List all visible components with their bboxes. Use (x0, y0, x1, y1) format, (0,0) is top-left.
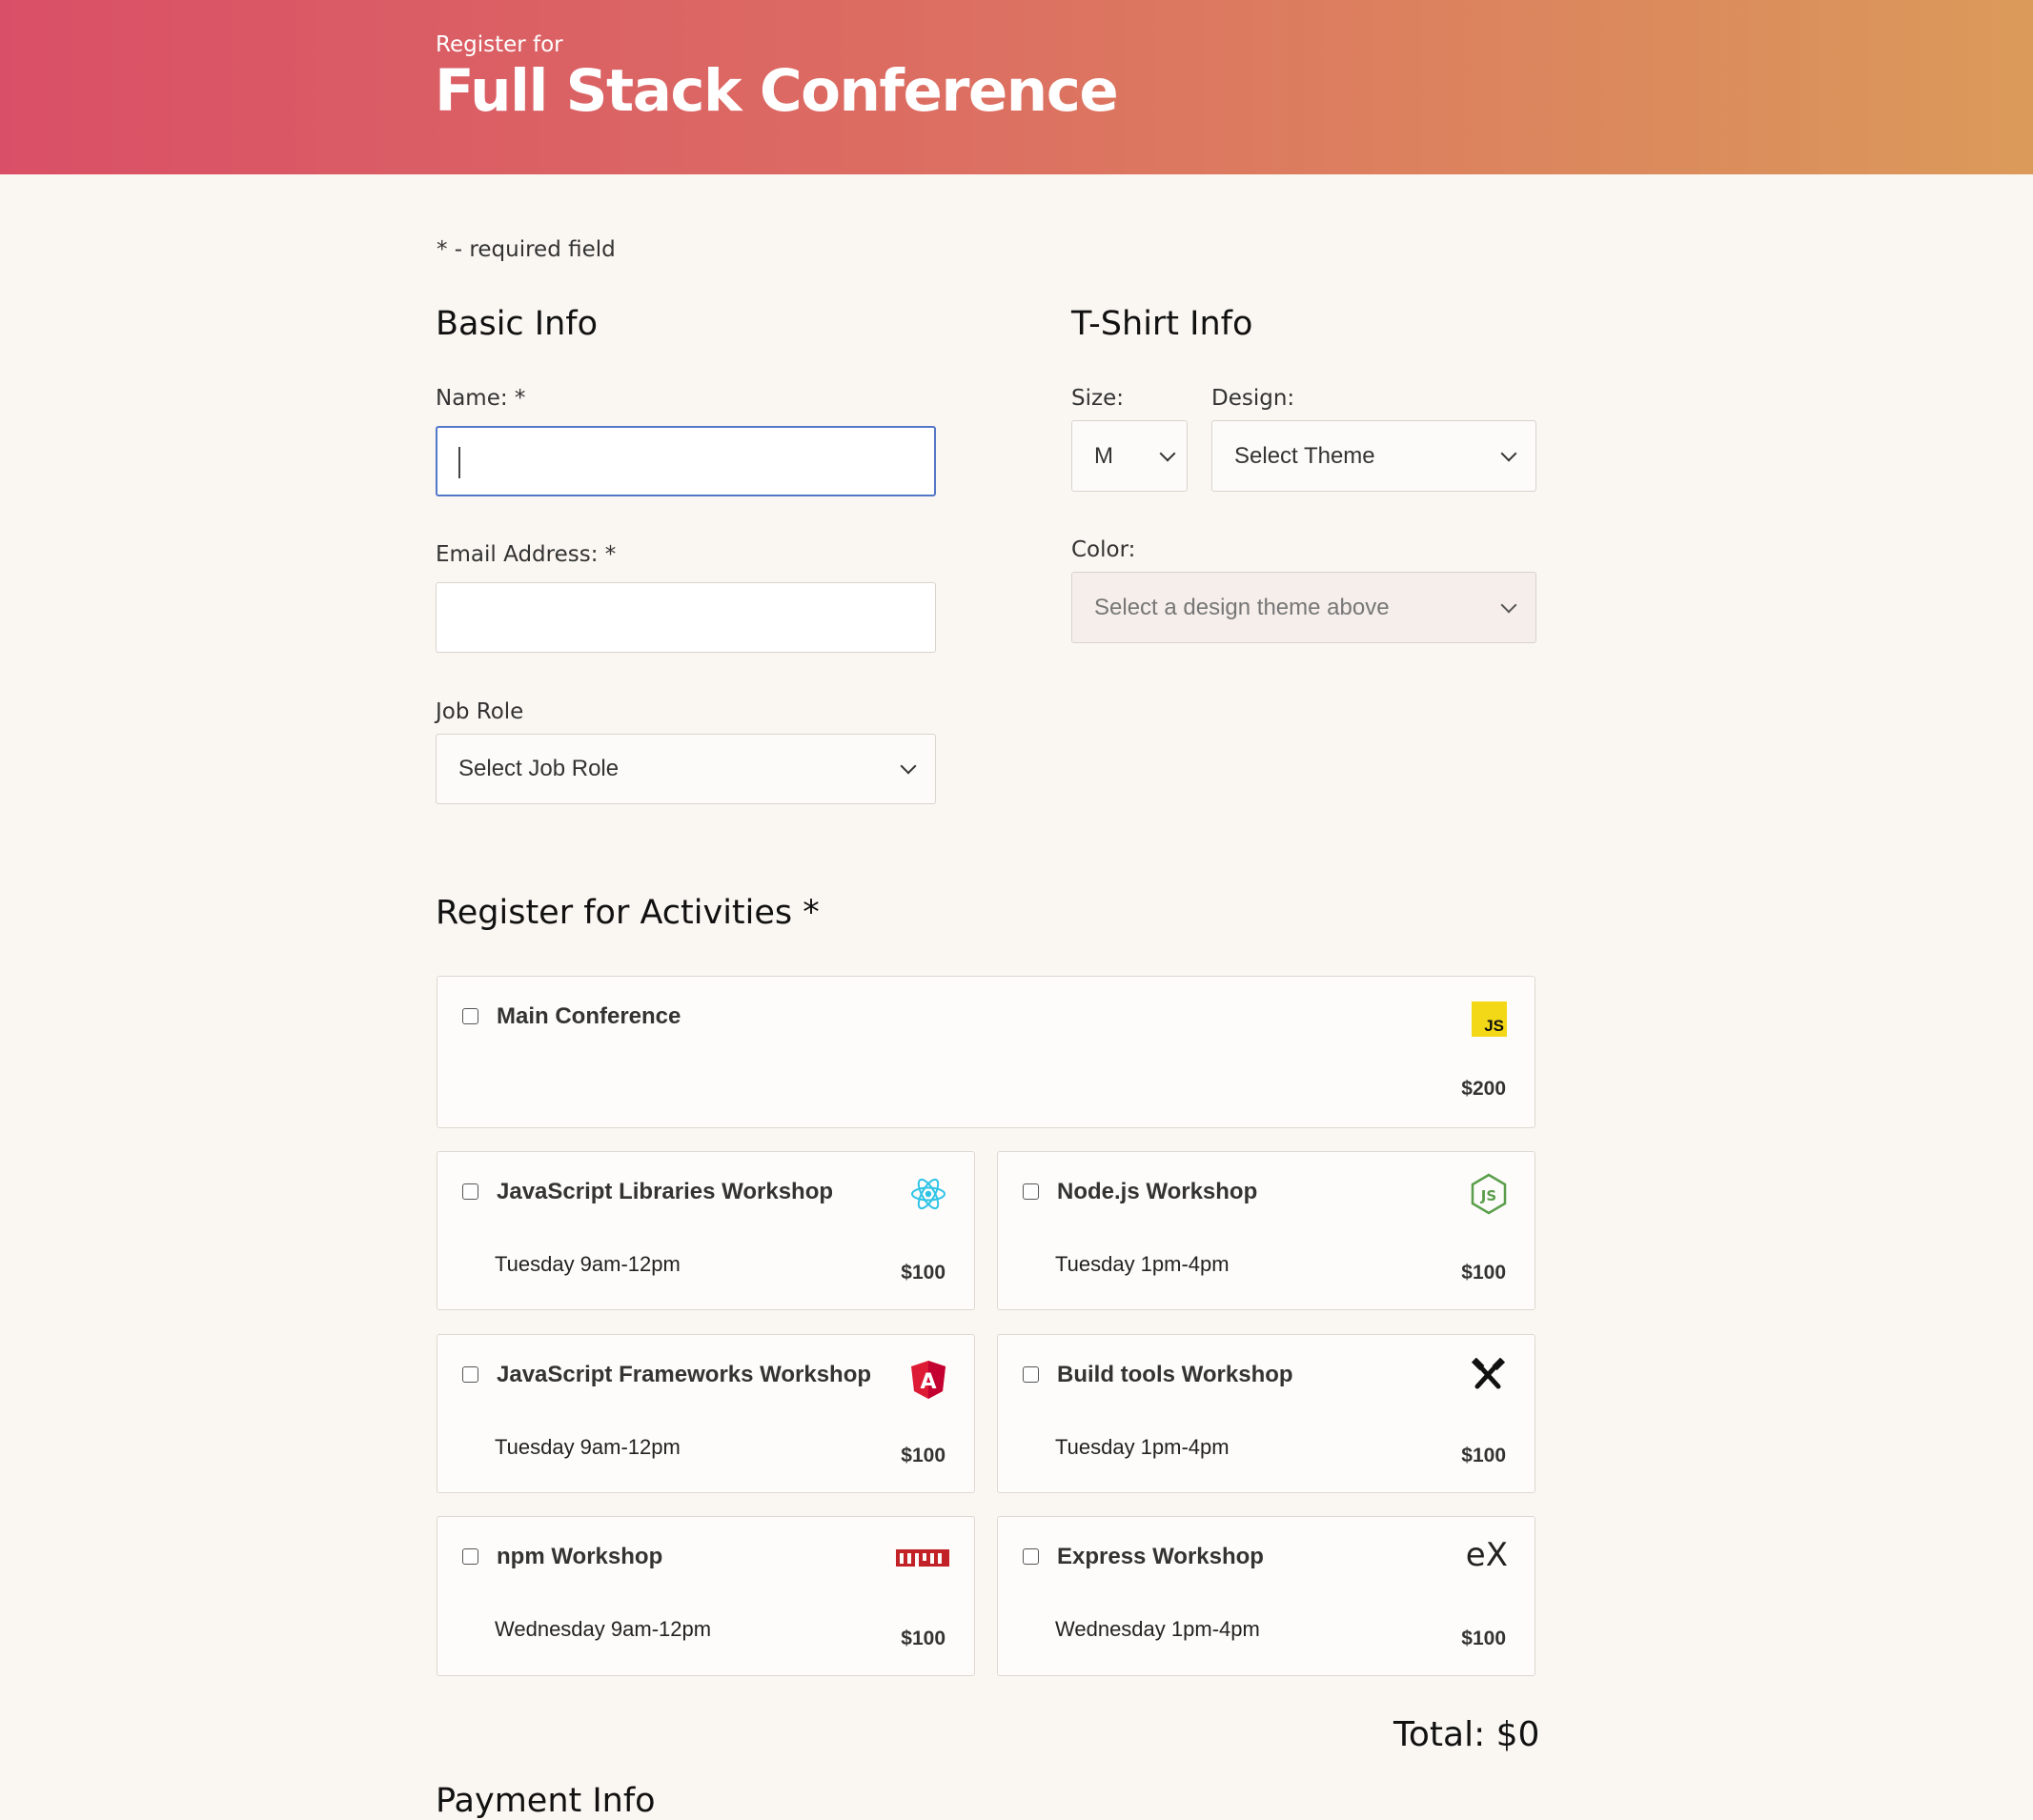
activity-card-main-conference[interactable]: Main Conference JS $200 (437, 976, 1535, 1128)
color-selected: Select a design theme above (1094, 594, 1390, 620)
activity-price: $100 (1461, 1262, 1506, 1284)
name-label: Name: * (436, 386, 526, 411)
express-icon: eX (1465, 1536, 1508, 1574)
page-title: Full Stack Conference (435, 57, 1119, 125)
chevron-down-icon (1500, 445, 1517, 461)
page-header: Register for Full Stack Conference (0, 0, 2033, 174)
activity-checkbox[interactable] (462, 1366, 478, 1383)
npm-icon (896, 1549, 949, 1575)
angular-icon: A (909, 1360, 947, 1405)
svg-text:JS: JS (1480, 1187, 1496, 1204)
activity-card-build-tools[interactable]: Build tools Workshop Tuesday 1pm-4pm $10… (997, 1334, 1535, 1493)
nodejs-icon: JS (1470, 1173, 1508, 1220)
size-select[interactable]: M (1071, 420, 1188, 492)
js-icon: JS (1472, 1001, 1507, 1037)
activity-checkbox[interactable] (1023, 1366, 1039, 1383)
react-icon (909, 1175, 947, 1218)
chevron-down-icon (1500, 597, 1517, 613)
text-caret (458, 447, 460, 478)
activity-name: npm Workshop (497, 1544, 663, 1569)
activity-card-npm[interactable]: npm Workshop Wednesday 9am-12pm $100 (437, 1516, 975, 1676)
chevron-down-icon (1159, 445, 1176, 461)
job-role-label: Job Role (436, 699, 524, 724)
design-label: Design: (1211, 386, 1295, 411)
required-field-note: * - required field (437, 237, 616, 262)
activity-time: Wednesday 1pm-4pm (1055, 1617, 1260, 1641)
header-kicker: Register for (436, 32, 563, 57)
activity-checkbox[interactable] (1023, 1183, 1039, 1200)
activity-checkbox[interactable] (462, 1008, 478, 1024)
activity-time: Tuesday 1pm-4pm (1055, 1252, 1230, 1276)
color-label: Color: (1071, 537, 1136, 562)
activity-price: $100 (901, 1262, 945, 1284)
design-select[interactable]: Select Theme (1211, 420, 1536, 492)
size-label: Size: (1071, 386, 1124, 411)
activity-price: $100 (901, 1628, 945, 1649)
activity-name: Main Conference (497, 1003, 681, 1029)
activity-name: JavaScript Frameworks Workshop (497, 1362, 872, 1387)
tshirt-info-title: T-Shirt Info (1071, 305, 1253, 343)
activity-card-js-libraries[interactable]: JavaScript Libraries Workshop Tuesday 9a… (437, 1151, 975, 1310)
basic-info-title: Basic Info (436, 305, 599, 343)
color-select[interactable]: Select a design theme above (1071, 572, 1536, 643)
activity-name: JavaScript Libraries Workshop (497, 1179, 834, 1204)
email-input[interactable] (436, 582, 936, 653)
activity-card-express[interactable]: Express Workshop eX Wednesday 1pm-4pm $1… (997, 1516, 1535, 1676)
email-label: Email Address: * (436, 542, 617, 567)
activity-time: Tuesday 9am-12pm (495, 1252, 681, 1276)
name-input[interactable] (436, 426, 936, 496)
svg-text:A: A (920, 1370, 936, 1394)
activities-title: Register for Activities * (436, 894, 820, 932)
activity-price: $100 (1461, 1628, 1506, 1649)
payment-info-title: Payment Info (436, 1782, 656, 1820)
activity-price: $100 (901, 1445, 945, 1466)
activity-time: Tuesday 9am-12pm (495, 1435, 681, 1459)
activity-time: Wednesday 9am-12pm (495, 1617, 712, 1641)
activity-name: Node.js Workshop (1057, 1179, 1258, 1204)
activity-card-nodejs[interactable]: Node.js Workshop JS Tuesday 1pm-4pm $100 (997, 1151, 1535, 1310)
activity-card-js-frameworks[interactable]: JavaScript Frameworks Workshop A Tuesday… (437, 1334, 975, 1493)
chevron-down-icon (900, 758, 917, 775)
activity-time: Tuesday 1pm-4pm (1055, 1435, 1230, 1459)
activity-name: Express Workshop (1057, 1544, 1264, 1569)
job-role-selected: Select Job Role (458, 756, 620, 781)
activity-name: Build tools Workshop (1057, 1362, 1293, 1387)
size-selected: M (1094, 442, 1113, 469)
activity-price: $200 (1461, 1078, 1506, 1100)
job-role-select[interactable]: Select Job Role (436, 734, 936, 804)
tools-icon (1470, 1357, 1506, 1397)
activity-checkbox[interactable] (1023, 1548, 1039, 1565)
activity-checkbox[interactable] (462, 1183, 478, 1200)
activities-total: Total: $0 (1393, 1715, 1540, 1754)
design-selected: Select Theme (1234, 442, 1375, 469)
activity-price: $100 (1461, 1445, 1506, 1466)
activity-checkbox[interactable] (462, 1548, 478, 1565)
